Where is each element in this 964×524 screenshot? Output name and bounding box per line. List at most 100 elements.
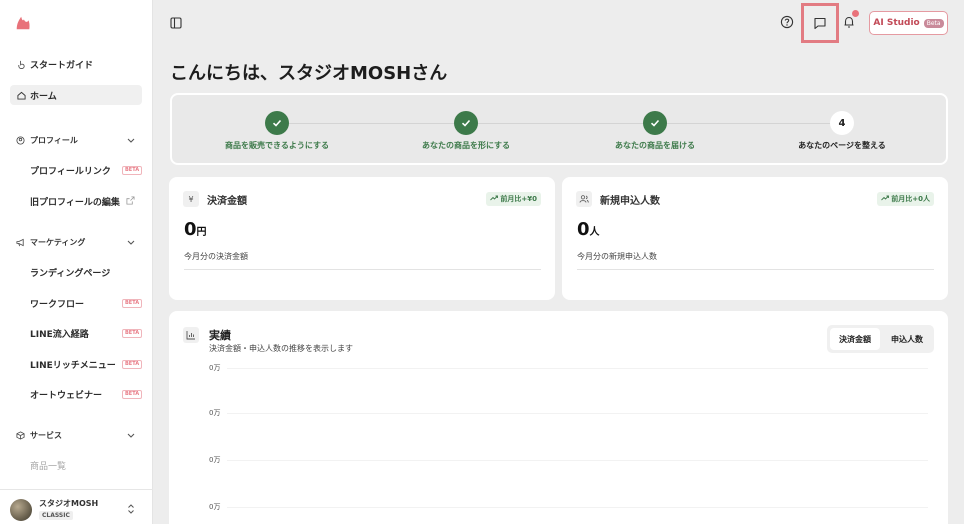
new-applicants-card: 新規申込人数 前月比+0人 0人 今月分の新規申込人数 (562, 177, 948, 300)
tab-applicants[interactable]: 申込人数 (882, 328, 932, 350)
tab-payment-amount[interactable]: 決済金額 (830, 328, 880, 350)
y-tick-label: 0万 (209, 409, 221, 417)
bell-icon[interactable] (842, 15, 856, 29)
trend-up-icon (880, 195, 889, 201)
sidebar-item-label: 旧プロフィールの編集 (30, 197, 120, 208)
sidebar-item-profile-link[interactable]: プロフィールリンク BETA (30, 161, 143, 179)
performance-card: 実績 決済金額・申込人数の推移を表示します 決済金額 申込人数 0万 0万 0万… (169, 311, 948, 524)
step-label: あなたのページを整える (798, 141, 886, 150)
step-3[interactable]: あなたの商品を届ける (565, 111, 745, 151)
sidebar-item-auto-webinar[interactable]: オートウェビナー BETA (30, 385, 143, 403)
sidebar-item-old-profile-edit[interactable]: 旧プロフィールの編集 (30, 192, 140, 210)
notification-dot (852, 10, 859, 17)
y-tick-label: 0万 (209, 364, 221, 372)
beta-badge: BETA (122, 390, 143, 399)
beta-badge: BETA (122, 166, 143, 175)
external-link-icon (126, 196, 135, 205)
metric-toggle: 決済金額 申込人数 (827, 325, 934, 353)
ai-studio-button[interactable]: AI Studio Beta (869, 11, 948, 35)
step-label: あなたの商品を形にする (421, 141, 511, 150)
bar-chart-icon (183, 327, 199, 343)
trend-badge-label: 前月比+0人 (891, 195, 930, 203)
onboarding-steps: 商品を販売できるようにする あなたの商品を形にする あなたの商品を届ける 4 あ… (170, 93, 948, 165)
sidebar-item-workflow[interactable]: ワークフロー BETA (30, 294, 143, 312)
sidebar-item-label: LINEリッチメニュー (30, 360, 116, 371)
trend-up-icon (490, 195, 498, 201)
sidebar-section-profile[interactable]: プロフィール (10, 131, 142, 149)
topbar: AI Studio Beta (153, 0, 964, 46)
sidebar-item-label: ランディングページ (30, 268, 111, 279)
step-1[interactable]: 商品を販売できるようにする (187, 111, 367, 151)
step-label: 商品を販売できるようにする (225, 141, 329, 150)
ai-studio-label: AI Studio (873, 18, 920, 28)
sidebar-item-label: 商品一覧 (30, 461, 67, 472)
chevron-down-icon[interactable] (126, 430, 136, 440)
check-icon (643, 111, 667, 135)
payment-amount-card: ¥ 決済金額 前月比+¥0 0円 今月分の決済金額 (169, 177, 555, 300)
chat-button[interactable] (801, 3, 839, 43)
sidebar-item-start-guide[interactable]: スタートガイド (10, 54, 142, 74)
beta-badge: Beta (923, 18, 944, 28)
gridline (227, 507, 928, 508)
chevron-up-down-icon[interactable] (127, 503, 135, 515)
avatar (10, 499, 32, 521)
y-tick-label: 0万 (209, 503, 221, 511)
beta-badge: BETA (122, 299, 143, 308)
section-label: マーケティング (30, 237, 86, 247)
sidebar-item-product-list[interactable]: 商品一覧 (30, 456, 140, 474)
sidebar-item-label: オートウェビナー (30, 390, 103, 401)
yen-icon: ¥ (183, 191, 199, 207)
chevron-down-icon[interactable] (126, 237, 136, 247)
package-icon (16, 430, 26, 440)
card-value: 0円 (184, 219, 207, 240)
chat-icon (814, 17, 826, 30)
help-icon[interactable] (780, 15, 794, 29)
step-label: あなたの商品を届ける (615, 141, 695, 150)
check-icon (454, 111, 478, 135)
sidebar: スタートガイド ホーム プロフィール プロフィールリンク BETA 旧プロフィー… (0, 0, 153, 524)
megaphone-icon (16, 238, 26, 247)
hand-icon (16, 59, 26, 69)
section-label: サービス (30, 430, 62, 440)
card-title: 新規申込人数 (600, 196, 660, 207)
trend-badge-label: 前月比+¥0 (500, 195, 537, 203)
section-label: プロフィール (30, 135, 78, 145)
card-divider (577, 269, 934, 270)
sidebar-item-line-rich-menu[interactable]: LINEリッチメニュー BETA (30, 355, 143, 373)
user-circle-icon (16, 135, 26, 145)
sidebar-item-label: ワークフロー (30, 299, 85, 310)
gridline (227, 413, 928, 414)
beta-badge: BETA (122, 360, 143, 369)
gridline (227, 460, 928, 461)
sidebar-item-label: ホーム (30, 91, 57, 102)
step-2[interactable]: あなたの商品を形にする (376, 111, 556, 151)
user-name: スタジオMOSH (39, 499, 99, 508)
home-icon (16, 90, 26, 100)
card-divider (184, 269, 541, 270)
performance-subtitle: 決済金額・申込人数の推移を表示します (209, 344, 353, 353)
sidebar-item-landing-page[interactable]: ランディングページ (30, 263, 140, 281)
card-subtitle: 今月分の新規申込人数 (577, 252, 657, 261)
page-title: こんにちは、スタジオMOSHさん (170, 63, 448, 84)
users-icon (576, 191, 592, 207)
check-icon (265, 111, 289, 135)
y-tick-label: 0万 (209, 456, 221, 464)
sidebar-section-service[interactable]: サービス (10, 426, 142, 444)
sidebar-item-home[interactable]: ホーム (10, 85, 142, 105)
logo-icon[interactable] (14, 14, 32, 32)
trend-badge: 前月比+0人 (876, 192, 934, 206)
sidebar-item-label: LINE流入経路 (30, 329, 89, 340)
collapse-sidebar-icon[interactable] (170, 17, 182, 29)
performance-title: 実績 (209, 329, 231, 342)
sidebar-item-label: プロフィールリンク (30, 166, 111, 177)
sidebar-item-line-inflow[interactable]: LINE流入経路 BETA (30, 324, 143, 342)
card-title: 決済金額 (207, 196, 247, 207)
trend-badge: 前月比+¥0 (485, 192, 541, 206)
sidebar-item-label: スタートガイド (30, 60, 94, 71)
user-profile-switcher[interactable]: スタジオMOSH CLASSIC (0, 489, 153, 524)
card-subtitle: 今月分の決済金額 (184, 252, 248, 261)
step-4[interactable]: 4 あなたのページを整える (752, 111, 932, 151)
chevron-down-icon[interactable] (126, 135, 136, 145)
plan-badge: CLASSIC (39, 511, 73, 520)
sidebar-section-marketing[interactable]: マーケティング (10, 233, 142, 251)
